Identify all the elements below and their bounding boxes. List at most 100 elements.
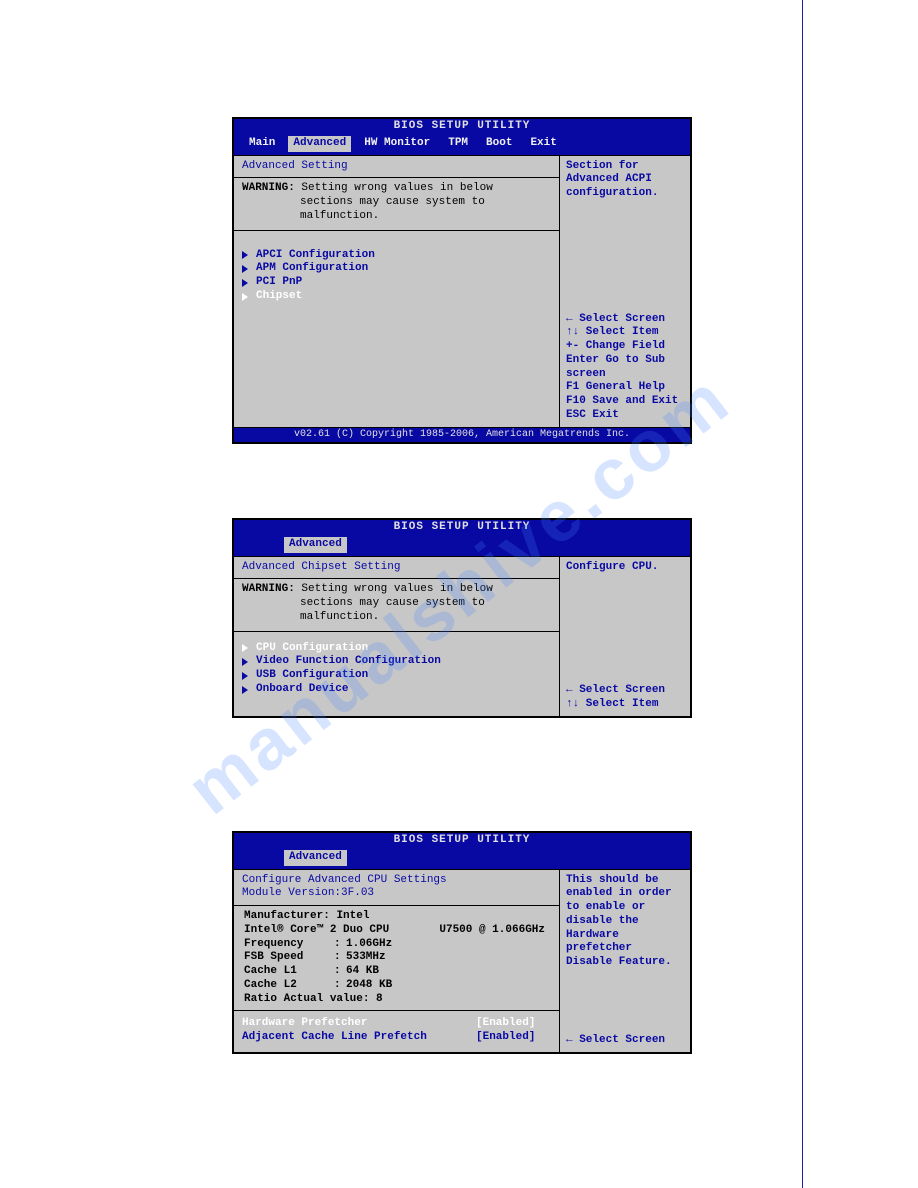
key-line: F10 Save and Exit	[566, 395, 684, 409]
section-header: Advanced Setting	[234, 156, 559, 179]
cpu-info-block: Manufacturer: Intel Intel® Core™ 2 Duo C…	[234, 906, 559, 1011]
menu-item-cpu-config[interactable]: CPU Configuration	[242, 642, 551, 656]
cpu-header: Configure Advanced CPU Settings Module V…	[234, 870, 559, 907]
menu-area: APCI Configuration APM Configuration PCI…	[234, 231, 559, 310]
left-pane: Advanced Setting WARNING: Setting wrong …	[234, 156, 560, 427]
help-text: Section for Advanced ACPI configuration.	[566, 160, 684, 201]
triangle-icon	[242, 658, 248, 666]
right-help-pane: Configure CPU. ← Select Screen ↑↓ Select…	[560, 557, 690, 716]
section-header: Advanced Chipset Setting	[234, 557, 559, 580]
key-line: ESC Exit	[566, 409, 684, 423]
menu-label: PCI PnP	[256, 276, 302, 290]
warning-line-2: sections may cause system to	[242, 597, 551, 611]
cpu-header-line-2: Module Version:3F.03	[242, 887, 551, 901]
triangle-icon	[242, 265, 248, 273]
bios-window-advanced: BIOS SETUP UTILITY Main Advanced HW Moni…	[232, 117, 692, 444]
bios-tabbar: Advanced	[234, 536, 690, 556]
bios-window-cpu: BIOS SETUP UTILITY Advanced Configure Ad…	[232, 831, 692, 1054]
key-line: screen	[566, 368, 684, 382]
menu-label: Chipset	[256, 290, 302, 304]
right-help-pane: This should be enabled in order to enabl…	[560, 870, 690, 1052]
bios-tabbar: Advanced	[234, 849, 690, 869]
tab-exit[interactable]: Exit	[525, 136, 561, 152]
option-value: [Enabled]	[476, 1017, 551, 1031]
menu-label: APCI Configuration	[256, 249, 375, 263]
triangle-icon	[242, 686, 248, 694]
tab-advanced[interactable]: Advanced	[284, 850, 347, 866]
key-line: ← Select Screen	[566, 684, 684, 698]
tab-boot[interactable]: Boot	[481, 136, 517, 152]
cpu-header-line-1: Configure Advanced CPU Settings	[242, 874, 551, 888]
cpu-model: U7500 @ 1.066GHz	[439, 924, 551, 938]
menu-label: CPU Configuration	[256, 642, 368, 656]
option-value: [Enabled]	[476, 1031, 551, 1045]
ratio-line: Ratio Actual value: 8	[242, 993, 551, 1007]
left-pane: Advanced Chipset Setting WARNING: Settin…	[234, 557, 560, 716]
key-line: ↑↓ Select Item	[566, 326, 684, 340]
menu-item-video-config[interactable]: Video Function Configuration	[242, 655, 551, 669]
menu-label: Video Function Configuration	[256, 655, 441, 669]
row-key: Frequency	[244, 938, 334, 952]
triangle-icon	[242, 251, 248, 259]
tab-hw-monitor[interactable]: HW Monitor	[359, 136, 435, 152]
menu-label: Onboard Device	[256, 683, 348, 697]
menu-item-onboard-device[interactable]: Onboard Device	[242, 683, 551, 697]
option-label: Adjacent Cache Line Prefetch	[242, 1031, 476, 1045]
row-key: Cache L1	[244, 965, 334, 979]
cpu-name: Intel® Core™ 2 Duo CPU	[244, 924, 439, 938]
menu-item-chipset[interactable]: Chipset	[242, 290, 551, 304]
help-text: This should be enabled in order to enabl…	[566, 874, 684, 970]
bios-title: BIOS SETUP UTILITY	[234, 520, 690, 536]
warning-box: WARNING: Setting wrong values in below s…	[234, 579, 559, 631]
row-val: 64 KB	[346, 965, 379, 979]
row-val: 2048 KB	[346, 979, 392, 993]
warning-label: WARNING:	[242, 182, 295, 194]
key-line: ← Select Screen	[566, 1034, 684, 1048]
warning-label: WARNING:	[242, 583, 295, 595]
key-line: ↑↓ Select Item	[566, 698, 684, 712]
manufacturer-value: Intel	[336, 910, 369, 922]
row-val: 1.06GHz	[346, 938, 392, 952]
key-line: F1 General Help	[566, 381, 684, 395]
manufacturer-label: Manufacturer:	[244, 910, 330, 922]
right-help-pane: Section for Advanced ACPI configuration.…	[560, 156, 690, 427]
menu-item-usb-config[interactable]: USB Configuration	[242, 669, 551, 683]
option-label: Hardware Prefetcher	[242, 1017, 476, 1031]
option-adj-cache-line[interactable]: Adjacent Cache Line Prefetch [Enabled]	[234, 1031, 559, 1045]
key-line: +- Change Field	[566, 340, 684, 354]
triangle-icon	[242, 279, 248, 287]
menu-item-pci-pnp[interactable]: PCI PnP	[242, 276, 551, 290]
left-pane: Configure Advanced CPU Settings Module V…	[234, 870, 560, 1052]
bios-tabbar: Main Advanced HW Monitor TPM Boot Exit	[234, 135, 690, 155]
warning-line-3: malfunction.	[242, 210, 551, 224]
bios-title: BIOS SETUP UTILITY	[234, 833, 690, 849]
tab-main[interactable]: Main	[244, 136, 280, 152]
triangle-icon	[242, 644, 248, 652]
tab-tpm[interactable]: TPM	[443, 136, 473, 152]
tab-advanced[interactable]: Advanced	[284, 537, 347, 553]
page-right-border	[802, 0, 803, 1188]
row-key: FSB Speed	[244, 951, 334, 965]
help-text: Configure CPU.	[566, 561, 684, 575]
menu-area: CPU Configuration Video Function Configu…	[234, 632, 559, 703]
warning-line-2: sections may cause system to	[242, 196, 551, 210]
row-val: 533MHz	[346, 951, 386, 965]
row-key: Cache L2	[244, 979, 334, 993]
warning-box: WARNING: Setting wrong values in below s…	[234, 178, 559, 230]
menu-label: USB Configuration	[256, 669, 368, 683]
warning-line-3: malfunction.	[242, 611, 551, 625]
key-help: ← Select Screen ↑↓ Select Item +- Change…	[566, 313, 684, 423]
option-hw-prefetcher[interactable]: Hardware Prefetcher [Enabled]	[234, 1017, 559, 1031]
bios-title: BIOS SETUP UTILITY	[234, 119, 690, 135]
key-help: ← Select Screen	[566, 1034, 684, 1048]
key-help: ← Select Screen ↑↓ Select Item	[566, 684, 684, 712]
menu-item-apci[interactable]: APCI Configuration	[242, 249, 551, 263]
menu-item-apm[interactable]: APM Configuration	[242, 262, 551, 276]
warning-line-1: Setting wrong values in below	[301, 583, 492, 595]
bios-window-chipset: BIOS SETUP UTILITY Advanced Advanced Chi…	[232, 518, 692, 718]
triangle-icon	[242, 293, 248, 301]
key-line: ← Select Screen	[566, 313, 684, 327]
menu-label: APM Configuration	[256, 262, 368, 276]
tab-advanced[interactable]: Advanced	[288, 136, 351, 152]
bios-footer: v02.61 (C) Copyright 1985-2006, American…	[234, 427, 690, 443]
